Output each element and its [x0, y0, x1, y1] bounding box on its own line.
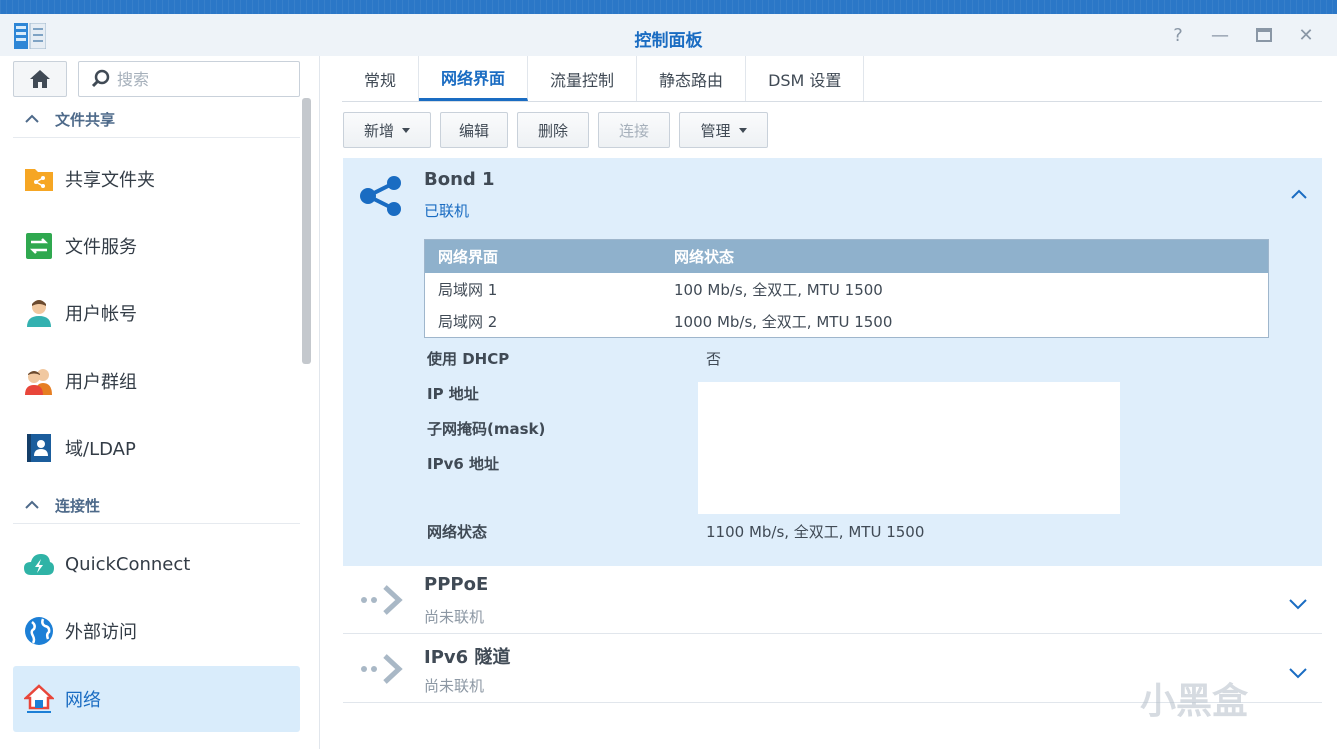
bond-title: Bond 1 — [424, 169, 495, 190]
shared-folder-icon — [23, 163, 55, 195]
section-connectivity[interactable]: 连接性 — [13, 488, 300, 524]
pppoe-status: 尚未联机 — [424, 608, 485, 626]
tab-general[interactable]: 常规 — [342, 56, 420, 101]
sidebar-item-shared-folder[interactable]: 共享文件夹 — [13, 148, 300, 210]
table-header: 网络界面 网络状态 — [425, 240, 1268, 273]
disconnected-arrow-icon — [361, 585, 403, 615]
sidebar-item-label: QuickConnect — [65, 553, 191, 575]
tab-dsm-settings[interactable]: DSM 设置 — [746, 56, 865, 101]
home-icon — [30, 70, 50, 88]
net-status-value: 1100 Mb/s, 全双工, MTU 1500 — [706, 523, 925, 541]
minimize-button[interactable]: — — [1207, 22, 1233, 48]
help-icon: ? — [1173, 24, 1183, 46]
connect-button[interactable]: 连接 — [598, 112, 670, 148]
search-box[interactable] — [78, 61, 300, 97]
sidebar-item-label: 文件服务 — [65, 237, 137, 258]
mask-label: 子网掩码(mask) — [427, 420, 546, 438]
section-file-sharing[interactable]: 文件共享 — [13, 102, 300, 138]
group-icon — [23, 365, 55, 397]
add-button[interactable]: 新增 — [343, 112, 431, 148]
sidebar-scrollbar[interactable] — [302, 98, 311, 364]
sidebar-item-label: 用户群组 — [65, 372, 137, 393]
table-row[interactable]: 局域网 2 1000 Mb/s, 全双工, MTU 1500 — [425, 305, 1268, 337]
col-status: 网络状态 — [674, 248, 735, 266]
cell-status: 1000 Mb/s, 全双工, MTU 1500 — [674, 312, 893, 331]
globe-icon — [23, 615, 55, 647]
chevron-down-icon[interactable] — [1288, 663, 1308, 683]
manage-label: 管理 — [700, 121, 731, 140]
sidebar-item-quickconnect[interactable]: QuickConnect — [13, 533, 300, 595]
pppoe-title: PPPoE — [424, 574, 489, 595]
file-services-icon — [23, 230, 55, 262]
dhcp-value: 否 — [706, 350, 722, 368]
net-status-label: 网络状态 — [427, 523, 488, 541]
chevron-up-icon — [25, 498, 45, 513]
user-icon — [23, 297, 55, 329]
bond-share-icon — [360, 176, 401, 216]
col-interface: 网络界面 — [438, 248, 499, 266]
top-strip — [0, 0, 1337, 14]
delete-button[interactable]: 删除 — [517, 112, 589, 148]
tab-bar: 常规 网络界面 流量控制 静态路由 DSM 设置 — [342, 56, 1322, 102]
bond-panel[interactable]: Bond 1 已联机 网络界面 网络状态 局域网 1 100 Mb/s, 全双工… — [343, 158, 1322, 566]
quickconnect-icon — [23, 548, 55, 580]
close-icon: ✕ — [1298, 24, 1314, 46]
sidebar-item-group[interactable]: 用户群组 — [13, 350, 300, 412]
help-button[interactable]: ? — [1165, 22, 1191, 48]
domain-ldap-icon — [23, 432, 55, 464]
sidebar-item-label: 外部访问 — [65, 622, 137, 643]
ip-label: IP 地址 — [427, 385, 479, 403]
sidebar-item-domain-ldap[interactable]: 域/LDAP — [13, 417, 300, 479]
section-label: 文件共享 — [55, 111, 116, 129]
search-icon — [91, 69, 110, 88]
pppoe-row[interactable]: PPPoE 尚未联机 — [343, 566, 1322, 634]
address-values-area — [698, 382, 1120, 514]
cell-interface: 局域网 2 — [438, 312, 498, 331]
maximize-button[interactable] — [1251, 22, 1277, 48]
chevron-up-icon[interactable] — [1290, 188, 1308, 200]
sidebar-item-label: 网络 — [65, 690, 101, 711]
add-label: 新增 — [363, 121, 394, 140]
caret-down-icon — [738, 127, 747, 133]
cell-interface: 局域网 1 — [438, 280, 498, 299]
tab-network-interface[interactable]: 网络界面 — [419, 56, 529, 101]
sidebar: 文件共享 共享文件夹 文件服务 用户帐号 用户群组 域/LDAP 连接性 — [0, 56, 320, 749]
disconnected-arrow-icon — [361, 654, 403, 684]
sidebar-item-label: 共享文件夹 — [65, 170, 155, 191]
toolbar: 新增 编辑 删除 连接 管理 — [343, 112, 777, 148]
maximize-icon — [1256, 28, 1272, 42]
sidebar-item-file-services[interactable]: 文件服务 — [13, 215, 300, 277]
ipv6-tunnel-status: 尚未联机 — [424, 677, 485, 695]
minimize-icon: — — [1211, 24, 1229, 46]
table-row[interactable]: 局域网 1 100 Mb/s, 全双工, MTU 1500 — [425, 273, 1268, 305]
network-home-icon — [23, 683, 55, 715]
caret-down-icon — [402, 127, 410, 133]
sidebar-item-external-access[interactable]: 外部访问 — [13, 600, 300, 662]
sidebar-item-network[interactable]: 网络 — [13, 666, 300, 732]
watermark: 小黑盒 — [1140, 681, 1249, 722]
section-label: 连接性 — [55, 497, 101, 515]
ipv6-tunnel-title: IPv6 隧道 — [424, 647, 511, 668]
ipv6-label: IPv6 地址 — [427, 455, 500, 473]
cell-status: 100 Mb/s, 全双工, MTU 1500 — [674, 280, 883, 299]
window-title: 控制面板 — [634, 31, 703, 51]
interface-table: 网络界面 网络状态 局域网 1 100 Mb/s, 全双工, MTU 1500 … — [424, 239, 1269, 338]
sidebar-item-label: 用户帐号 — [65, 304, 137, 325]
chevron-down-icon[interactable] — [1288, 594, 1308, 614]
tab-static-route[interactable]: 静态路由 — [637, 56, 747, 101]
manage-button[interactable]: 管理 — [679, 112, 768, 148]
close-button[interactable]: ✕ — [1293, 22, 1319, 48]
dhcp-label: 使用 DHCP — [427, 350, 510, 368]
search-input[interactable] — [117, 69, 287, 89]
chevron-up-icon — [25, 112, 45, 127]
sidebar-item-label: 域/LDAP — [65, 439, 136, 460]
sidebar-item-user[interactable]: 用户帐号 — [13, 282, 300, 344]
bond-status: 已联机 — [424, 202, 470, 220]
title-bar: 控制面板 ? — ✕ — [0, 14, 1337, 56]
tab-traffic-control[interactable]: 流量控制 — [528, 56, 638, 101]
edit-button[interactable]: 编辑 — [440, 112, 508, 148]
home-button[interactable] — [13, 61, 67, 97]
